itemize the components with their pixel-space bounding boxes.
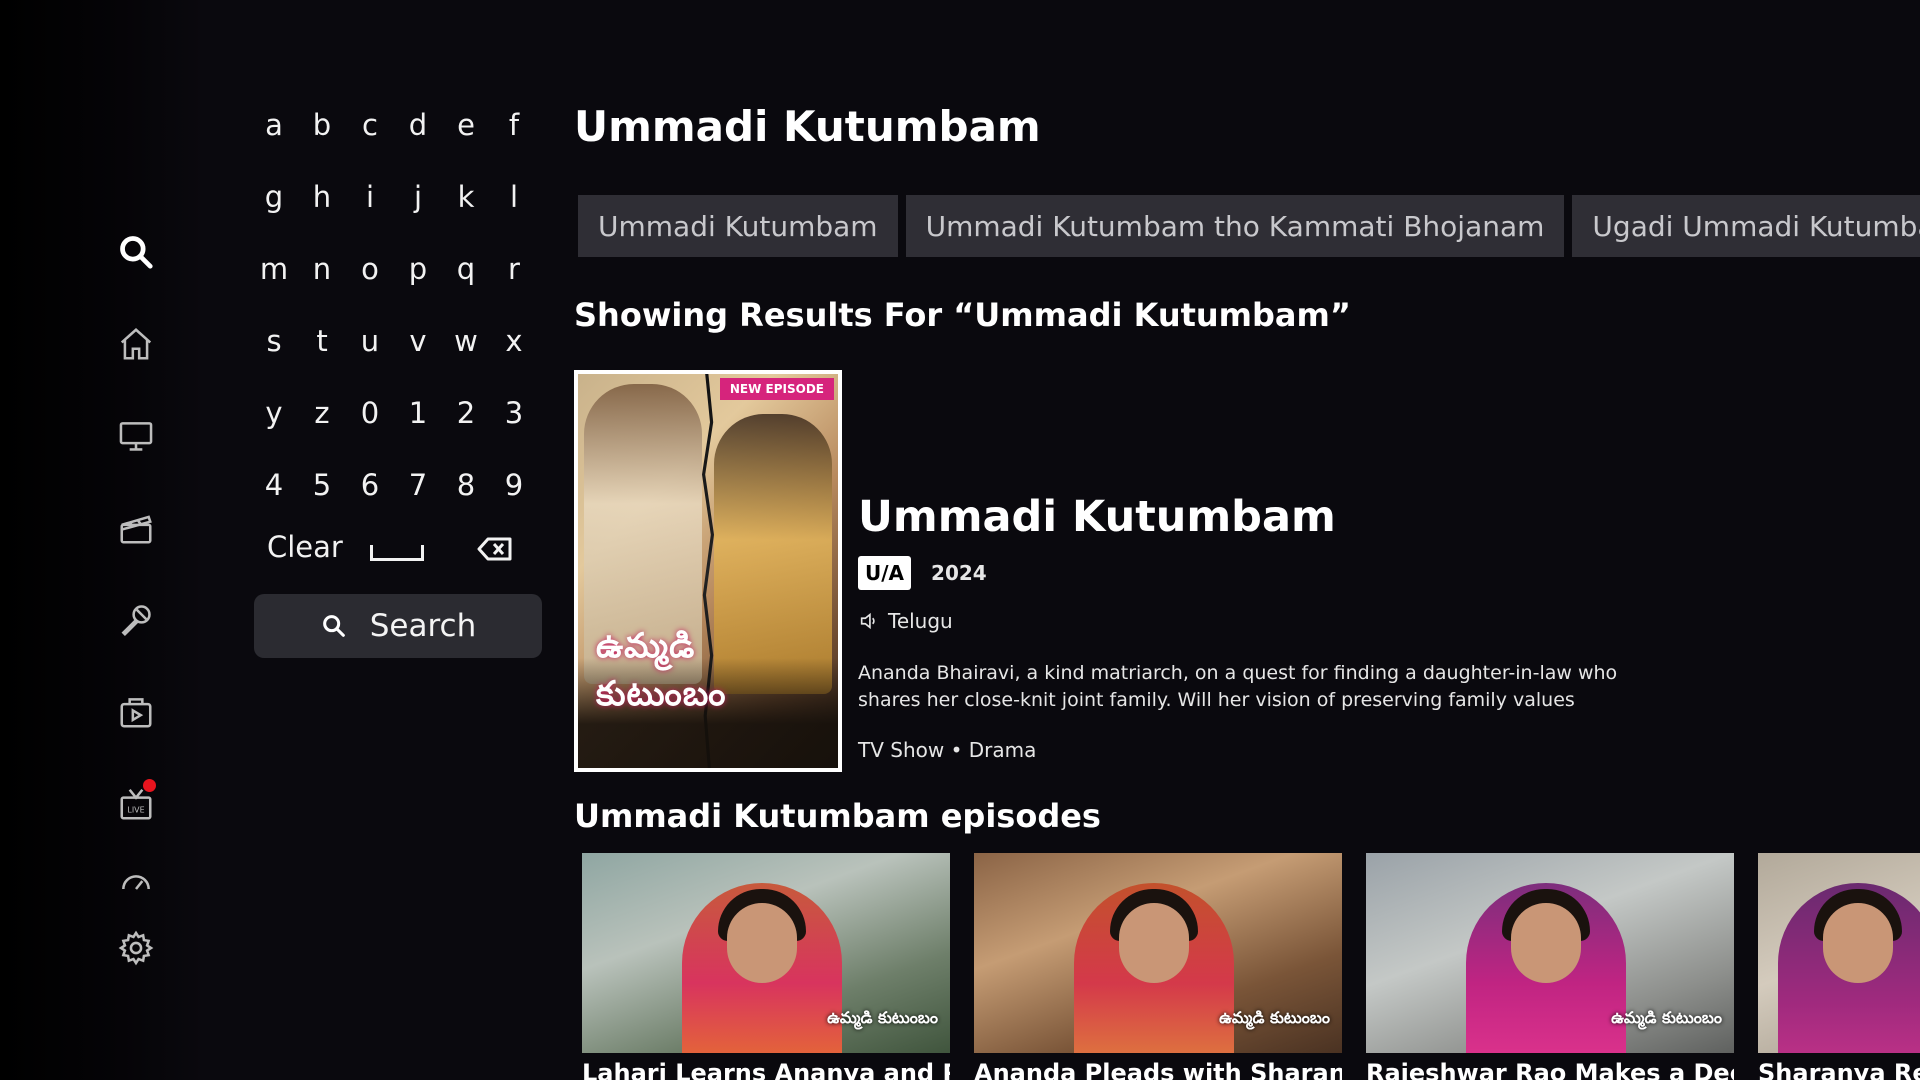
result-genres: TV Show • Drama <box>858 738 1037 762</box>
microphone-icon[interactable] <box>114 598 158 642</box>
new-episode-badge: NEW EPISODE <box>719 378 834 400</box>
special-keys-row: Clear <box>250 530 550 580</box>
live-tv-icon[interactable]: LIVE <box>114 779 158 826</box>
results-heading: Showing Results For “Ummadi Kutumbam” <box>574 296 1351 334</box>
key-o[interactable]: o <box>346 244 394 316</box>
key-7[interactable]: 7 <box>394 460 442 532</box>
episode-card[interactable]: Sharanya Refu <box>1758 853 1920 1080</box>
episode-logo: ఉమ్మడి కుటుంబం <box>1219 1008 1330 1027</box>
suggestion-chip[interactable]: Ugadi Ummadi Kutumbam <box>1572 195 1920 257</box>
key-h[interactable]: h <box>298 172 346 244</box>
key-p[interactable]: p <box>394 244 442 316</box>
episode-logo: ఉమ్మడి కుటుంబం <box>1611 1008 1722 1027</box>
search-icon[interactable] <box>114 230 158 274</box>
rating-badge: U/A <box>858 556 912 590</box>
key-z[interactable]: z <box>298 388 346 460</box>
gauge-icon[interactable] <box>114 870 158 894</box>
key-d[interactable]: d <box>394 100 442 172</box>
speaker-icon <box>860 612 875 630</box>
key-a[interactable]: a <box>250 100 298 172</box>
key-m[interactable]: m <box>250 244 298 316</box>
episodes-row: ఉమ్మడి కుటుంబం Lahari Learns Ananya and … <box>582 853 1920 1080</box>
episode-thumbnail: ఉమ్మడి కుటుంబం <box>582 853 950 1053</box>
key-c[interactable]: c <box>346 100 394 172</box>
episode-title: Lahari Learns Ananya and Pra <box>582 1059 950 1080</box>
key-9[interactable]: 9 <box>490 460 538 532</box>
key-2[interactable]: 2 <box>442 388 490 460</box>
key-3[interactable]: 3 <box>490 388 538 460</box>
key-n[interactable]: n <box>298 244 346 316</box>
key-q[interactable]: q <box>442 244 490 316</box>
result-title: Ummadi Kutumbam <box>858 492 1336 542</box>
episode-card[interactable]: ఉమ్మడి కుటుంబం Ananda Pleads with Sharan… <box>974 853 1342 1080</box>
result-meta: U/A 2024 <box>858 556 987 590</box>
key-s[interactable]: s <box>250 316 298 388</box>
suggestion-chip[interactable]: Ummadi Kutumbam tho Kammati Bhojanam <box>905 195 1565 257</box>
key-j[interactable]: j <box>394 172 442 244</box>
episode-thumbnail: ఉమ్మడి కుటుంబం <box>1366 853 1734 1053</box>
key-k[interactable]: k <box>442 172 490 244</box>
key-r[interactable]: r <box>490 244 538 316</box>
episode-thumbnail <box>1758 853 1920 1053</box>
episode-title: Sharanya Refu <box>1758 1059 1920 1080</box>
side-nav: LIVE <box>0 0 205 1080</box>
key-b[interactable]: b <box>298 100 346 172</box>
key-e[interactable]: e <box>442 100 490 172</box>
language-label: Telugu <box>888 609 953 633</box>
episodes-heading: Ummadi Kutumbam episodes <box>574 797 1101 835</box>
key-u[interactable]: u <box>346 316 394 388</box>
episode-title: Rajeshwar Rao Makes a Decis <box>1366 1059 1734 1080</box>
search-icon <box>322 615 345 637</box>
language-row: Telugu <box>858 609 953 633</box>
key-g[interactable]: g <box>250 172 298 244</box>
svg-text:LIVE: LIVE <box>127 806 144 815</box>
suggestion-chips: Ummadi Kutumbam Ummadi Kutumbam tho Kamm… <box>578 195 1920 257</box>
poster-logo: ఉమ్మడి కుటుంబం <box>596 626 727 714</box>
settings-icon[interactable] <box>114 926 158 970</box>
result-poster[interactable]: ఉమ్మడి కుటుంబం NEW EPISODE <box>574 370 842 772</box>
key-f[interactable]: f <box>490 100 538 172</box>
episode-thumbnail: ఉమ్మడి కుటుంబం <box>974 853 1342 1053</box>
key-6[interactable]: 6 <box>346 460 394 532</box>
episode-logo: ఉమ్మడి కుటుంబం <box>827 1008 938 1027</box>
backspace-icon[interactable] <box>476 535 514 563</box>
premium-icon[interactable] <box>114 690 158 734</box>
episode-card[interactable]: ఉమ్మడి కుటుంబం Lahari Learns Ananya and … <box>582 853 950 1080</box>
space-key[interactable] <box>370 545 424 561</box>
live-notification-dot <box>143 779 156 792</box>
on-screen-keyboard: abcdef ghijkl mnopqr stuvwx yz0123 456789 Cle… <box>250 100 550 564</box>
result-description: Ananda Bhairavi, a kind matriarch, on a … <box>858 662 1618 711</box>
key-0[interactable]: 0 <box>346 388 394 460</box>
key-t[interactable]: t <box>298 316 346 388</box>
tv-icon[interactable] <box>114 414 158 458</box>
episode-card[interactable]: ఉమ్మడి కుటుంబం Rajeshwar Rao Makes a Dec… <box>1366 853 1734 1080</box>
release-year: 2024 <box>931 561 987 585</box>
episode-title: Ananda Pleads with Sharanya <box>974 1059 1342 1080</box>
home-icon[interactable] <box>114 322 158 366</box>
key-l[interactable]: l <box>490 172 538 244</box>
search-button-label: Search <box>369 608 477 644</box>
key-grid: abcdef ghijkl mnopqr stuvwx yz0123 456789 <box>250 100 550 532</box>
key-1[interactable]: 1 <box>394 388 442 460</box>
search-query-text: Ummadi Kutumbam <box>574 102 1041 151</box>
clapperboard-icon[interactable] <box>114 506 158 550</box>
key-8[interactable]: 8 <box>442 460 490 532</box>
key-4[interactable]: 4 <box>250 460 298 532</box>
key-w[interactable]: w <box>442 316 490 388</box>
key-i[interactable]: i <box>346 172 394 244</box>
key-y[interactable]: y <box>250 388 298 460</box>
suggestion-chip[interactable]: Ummadi Kutumbam <box>578 195 898 257</box>
key-x[interactable]: x <box>490 316 538 388</box>
key-5[interactable]: 5 <box>298 460 346 532</box>
key-v[interactable]: v <box>394 316 442 388</box>
search-button[interactable]: Search <box>254 594 542 658</box>
clear-key[interactable]: Clear <box>267 530 343 564</box>
